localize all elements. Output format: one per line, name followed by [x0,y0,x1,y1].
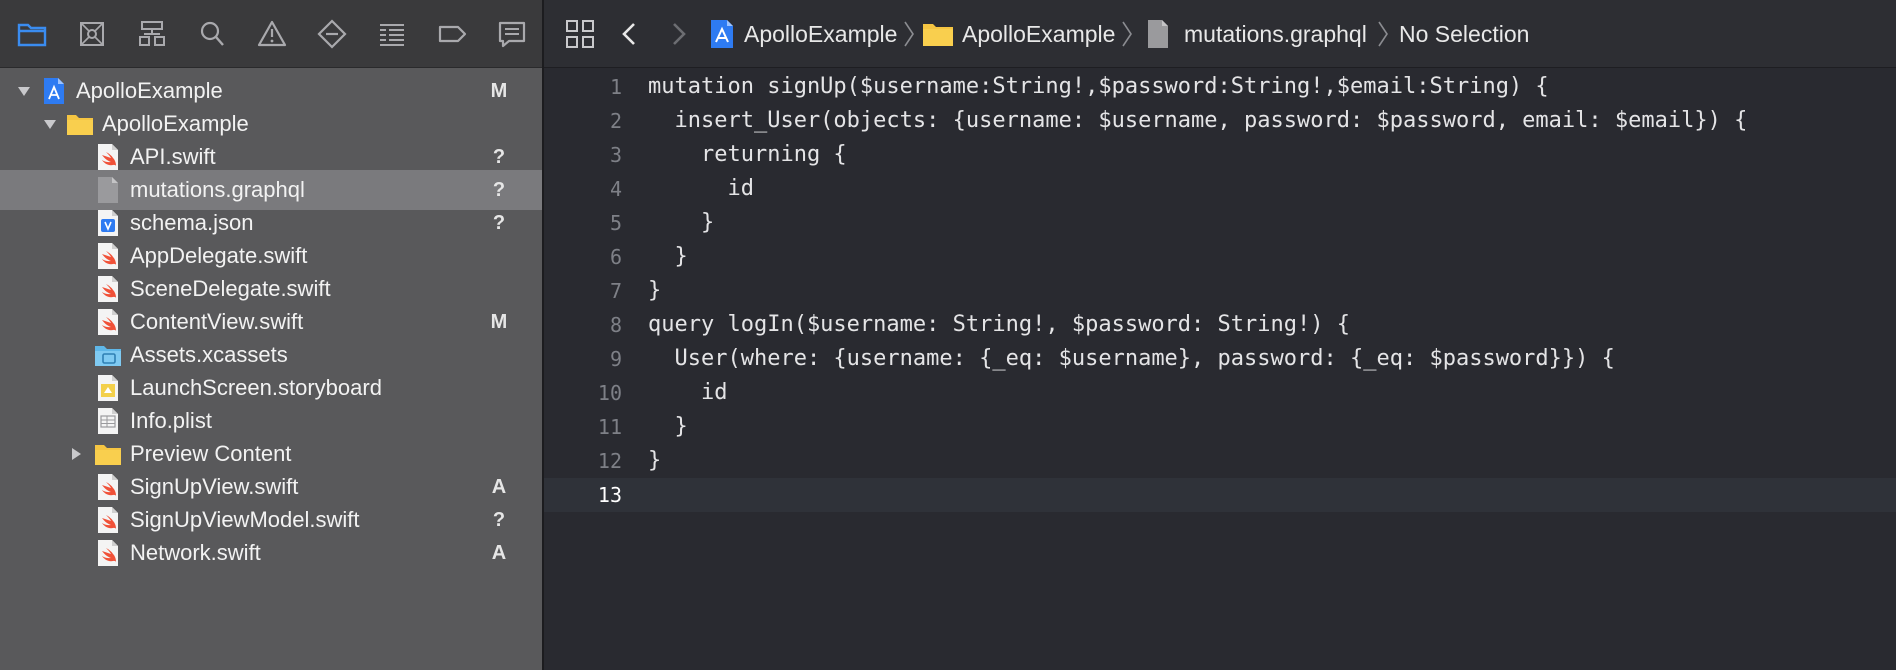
generic-file-icon [1146,18,1170,50]
swift-file-icon [94,242,122,270]
code-text: returning { [648,142,847,167]
disclosure-collapsed-icon[interactable] [68,446,84,462]
source-control-navigator-icon[interactable] [74,16,110,52]
generic-file-icon [94,176,122,204]
folder-icon [94,440,122,468]
swift-file-icon [94,143,122,171]
line-number: 10 [597,381,622,405]
chevron-right-icon [1120,18,1134,50]
swift-file-icon [94,275,122,303]
code-text: } [648,210,715,235]
json-file-icon [94,209,122,237]
issue-navigator-icon[interactable] [254,16,290,52]
code-text: insert_User(objects: {username: $usernam… [648,108,1748,133]
line-number: 8 [609,313,622,337]
navigator-toolbar [0,0,542,68]
folder-icon [922,20,954,48]
debug-navigator-icon[interactable] [374,16,410,52]
disclosure-expanded-icon[interactable] [42,116,58,132]
code-text: User(where: {username: {_eq: $username},… [648,346,1615,371]
swift-file-icon [94,539,122,567]
project-navigator: ApolloExample M ApolloExample API.swift? mut… [0,0,544,670]
find-navigator-icon[interactable] [194,16,230,52]
folder-icon [66,110,94,138]
code-text: mutation signUp($username:String!,$passw… [648,74,1549,99]
test-navigator-icon[interactable] [314,16,350,52]
line-number: 3 [609,143,622,167]
project-navigator-icon[interactable] [14,16,50,52]
code-line[interactable]: 12} [544,444,1896,478]
report-navigator-icon[interactable] [494,16,530,52]
xcode-project-icon [708,18,736,50]
code-line[interactable]: 1 mutation signUp($username:String!,$pass… [544,70,1896,104]
asset-catalog-icon [94,341,122,369]
jump-bar-selection[interactable]: No Selection [1399,0,1529,68]
code-text: } [648,414,688,439]
file-name: Network.swift [130,540,261,565]
line-number: 2 [609,109,622,133]
code-line[interactable]: 3 returning { [544,138,1896,172]
plist-file-icon [94,407,122,435]
jump-bar-file[interactable]: mutations.graphql [1184,0,1367,68]
source-control-status-badge: A [491,542,507,564]
code-line[interactable]: 5 } [544,206,1896,240]
code-line[interactable]: 4 id [544,172,1896,206]
code-line[interactable]: 6 } [544,240,1896,274]
forward-button[interactable] [664,20,692,48]
swift-file-icon [94,473,122,501]
xcode-project-icon [40,77,68,105]
storyboard-file-icon [94,374,122,402]
breakpoint-navigator-icon[interactable] [434,16,470,52]
line-number: 6 [609,245,622,269]
code-text: id [648,380,728,405]
code-line[interactable]: 11 } [544,410,1896,444]
disclosure-expanded-icon[interactable] [16,83,32,99]
line-number: 11 [597,415,622,439]
file-tree: ApolloExample M ApolloExample API.swift? mut… [0,68,542,670]
swift-file-icon [94,308,122,336]
code-line[interactable]: 9 User(where: {username: {_eq: $username… [544,342,1896,376]
code-text: } [648,244,688,269]
code-text: } [648,278,662,303]
code-line[interactable]: 8 query logIn($username: String!, $passwo… [544,308,1896,342]
line-number: 7 [609,279,622,303]
chevron-right-icon [1376,18,1390,50]
code-text: } [648,448,662,473]
code-line[interactable]: 2 insert_User(objects: {username: $usern… [544,104,1896,138]
back-button[interactable] [616,20,644,48]
code-text: id [648,176,754,201]
jump-bar: ApolloExample ApolloExample mutations.gr… [544,0,1896,68]
jump-bar-group[interactable]: ApolloExample [962,0,1115,68]
related-items-icon[interactable] [564,18,596,50]
swift-file-icon [94,506,122,534]
chevron-right-icon [902,18,916,50]
code-line[interactable]: 7} [544,274,1896,308]
jump-bar-project[interactable]: ApolloExample [744,0,897,68]
code-text: query logIn($username: String!, $passwor… [648,312,1350,337]
line-number: 12 [597,449,622,473]
line-number: 4 [609,177,622,201]
symbol-navigator-icon[interactable] [134,16,170,52]
line-number: 9 [609,347,622,371]
line-number: 1 [609,75,622,99]
code-line[interactable]: 13 [544,478,1896,512]
line-number: 13 [597,483,622,507]
file-row[interactable]: Network.swift A [0,533,542,573]
code-line[interactable]: 10 id [544,376,1896,410]
code-editor[interactable]: 1 mutation signUp($username:String!,$pass… [544,68,1896,670]
line-number: 5 [609,211,622,235]
